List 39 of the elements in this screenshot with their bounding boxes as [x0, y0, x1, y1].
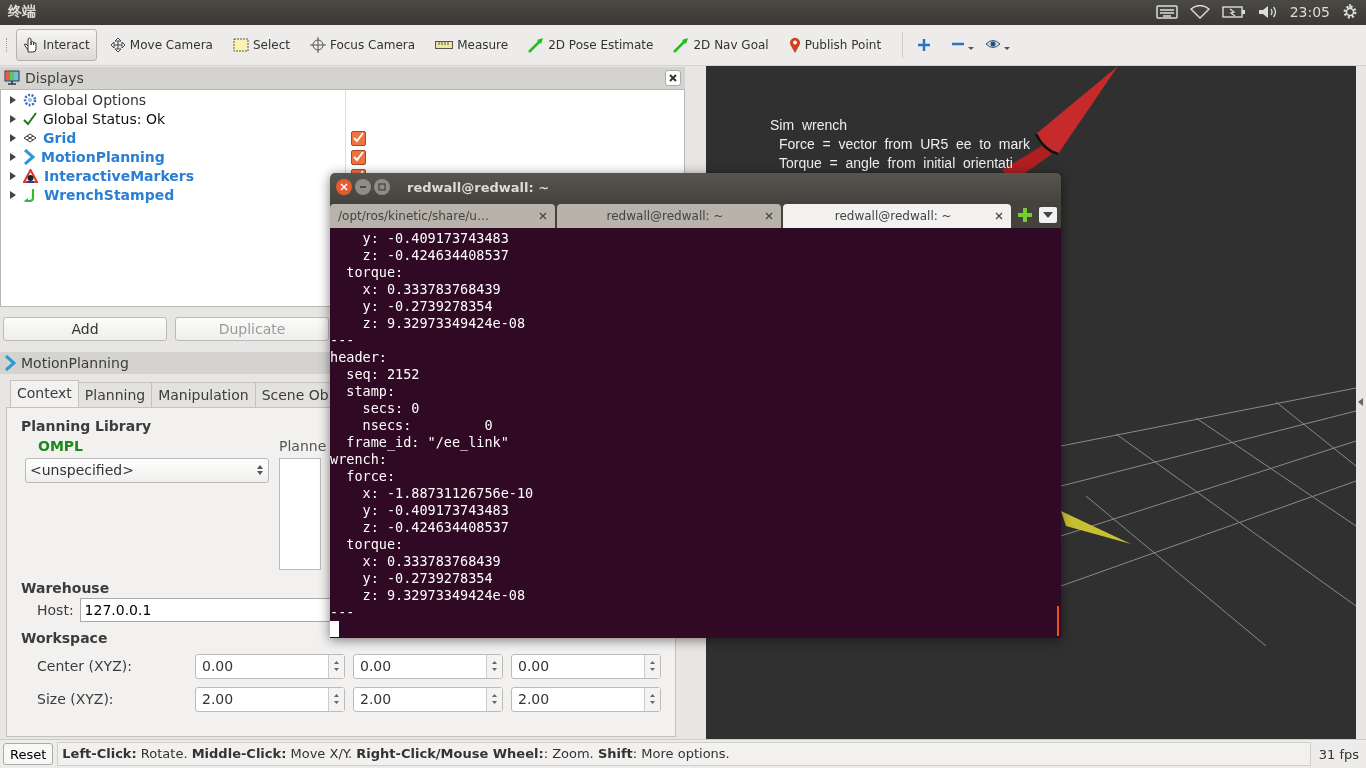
- terminal-line: y: -0.2739278354: [361, 298, 493, 315]
- terminal-line: x: 0.333783768439: [361, 281, 501, 298]
- section-heading: Workspace: [21, 629, 108, 646]
- terminal-line: y: -0.409173743483: [361, 230, 509, 247]
- terminal-line: z: -0.424634408537: [361, 247, 509, 264]
- terminal-line: z: -0.424634408537: [361, 519, 509, 536]
- field-label: Size (XYZ):: [37, 691, 115, 708]
- terminal-line: stamp:: [345, 383, 396, 400]
- terminal-line: y: -0.2739278354: [361, 570, 493, 587]
- window-title: 终端: [8, 3, 36, 22]
- terminal-line: x: 0.333783768439: [361, 553, 501, 570]
- section-heading: Warehouse: [21, 579, 110, 596]
- terminal-line: x: -1.88731126756e-10: [361, 485, 534, 502]
- overlay-text: Force = vector from UR5 ee to mark: [778, 134, 1030, 154]
- terminal-line: wrench:: [330, 451, 387, 468]
- field-label: Planne: [279, 437, 327, 454]
- overlay-text: Sim wrench: [770, 115, 849, 135]
- field-label: Host:: [37, 601, 74, 618]
- field-label: Center (XYZ):: [37, 658, 133, 675]
- library-name: OMPL: [37, 437, 84, 454]
- terminal-line: header:: [330, 349, 387, 366]
- section-heading: Planning Library: [21, 417, 152, 434]
- panel-title: MotionPlanning: [21, 354, 129, 371]
- terminal-line: frame_id: "/ee_link": [345, 434, 509, 451]
- terminal-line: torque:: [345, 536, 404, 553]
- terminal-line: seq: 2152: [345, 366, 420, 383]
- panel-title: Displays: [25, 69, 84, 86]
- terminal-line: ---: [330, 604, 355, 621]
- terminal-line: z: 9.32973349424e-08: [361, 315, 526, 332]
- terminal-line: secs: 0: [361, 400, 420, 417]
- terminal-line: torque:: [345, 264, 404, 281]
- status-message: Left-Click: Rotate. Middle-Click: Move X/Y. Right-Click/Mouse Wheel:: Zoom. Shift: More options.: [57, 742, 1311, 766]
- overlay-text: Torque = angle from initial orientati: [778, 153, 1014, 173]
- window-title: redwall@redwall: ~: [407, 179, 550, 195]
- fps-counter: 31 fps: [1317, 746, 1360, 762]
- terminal-line: y: -0.409173743483: [361, 502, 509, 519]
- terminal-line: ---: [330, 332, 355, 349]
- terminal-line: force:: [345, 468, 396, 485]
- terminal-line: nsecs: 0: [361, 417, 493, 434]
